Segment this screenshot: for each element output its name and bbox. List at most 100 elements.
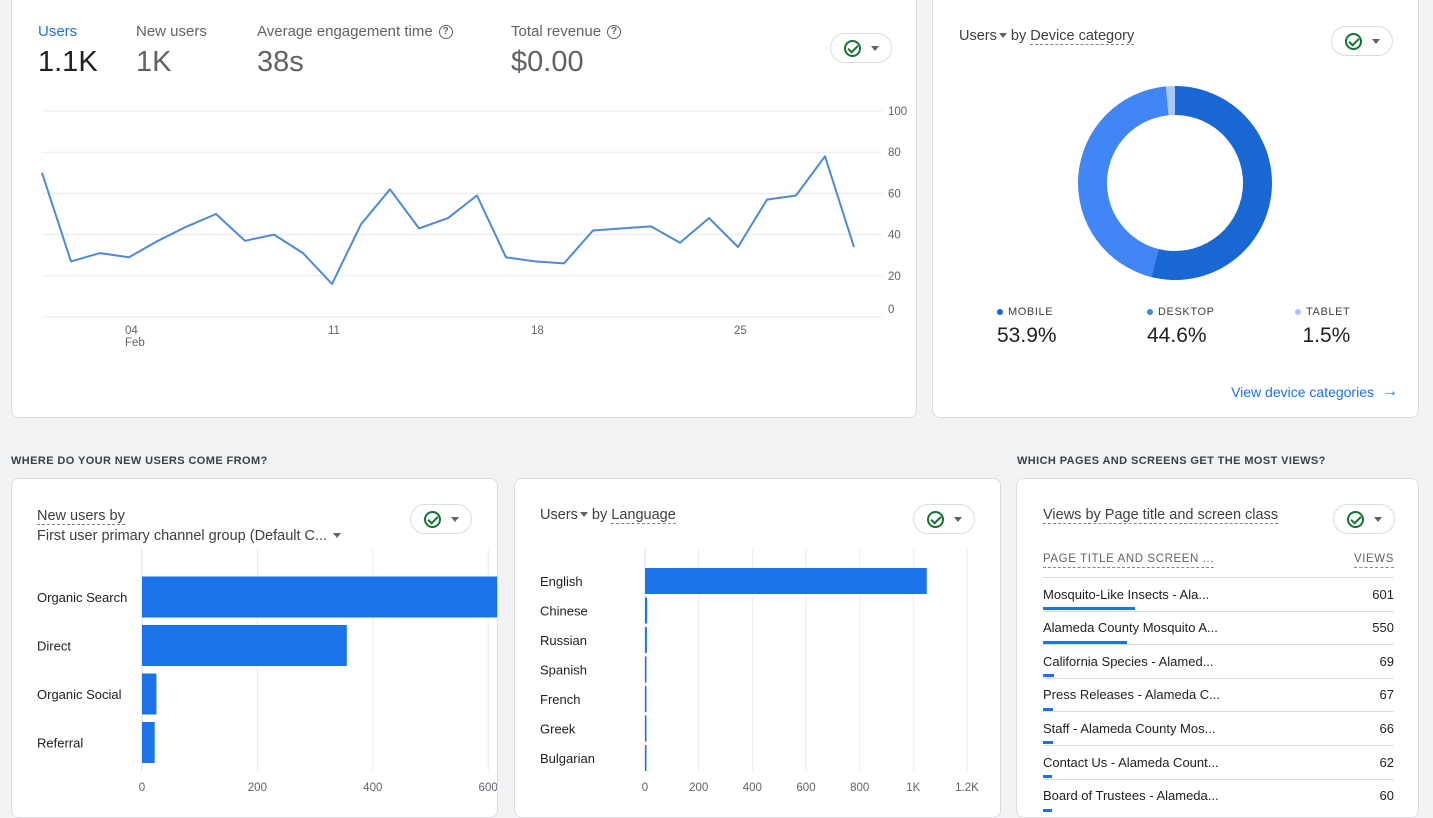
device-donut-chart: [933, 81, 1419, 301]
device-card: Users by Device category MOBILE 53.9% DE…: [932, 0, 1419, 418]
bar: [142, 577, 498, 618]
row-share-bar: [1043, 809, 1052, 812]
metric-value: 38s: [257, 46, 453, 79]
row-share-bar: [1043, 741, 1053, 744]
metric-engagement-time[interactable]: Average engagement time ? 38s: [257, 23, 453, 79]
compare-control[interactable]: [1333, 504, 1395, 534]
row-share-bar: [1043, 641, 1127, 644]
compare-control[interactable]: [830, 33, 892, 63]
metric-selector[interactable]: New users by: [37, 508, 125, 525]
channel-card: New users by First user primary channel …: [11, 478, 498, 818]
category-label: Spanish: [540, 663, 587, 678]
help-icon[interactable]: ?: [439, 25, 453, 39]
legend-label: MOBILE: [1008, 306, 1053, 318]
table-row[interactable]: Alameda County Mosquito A...550: [1043, 611, 1394, 644]
compare-control[interactable]: [410, 504, 472, 534]
table-row[interactable]: Board of Trustees - Alameda...60: [1043, 779, 1394, 812]
x-tick-label: 0: [139, 782, 145, 794]
channel-card-title: New users by First user primary channel …: [37, 506, 345, 546]
column-header-page[interactable]: PAGE TITLE AND SCREEN ...: [1043, 553, 1214, 568]
metric-selector[interactable]: Users: [540, 507, 578, 523]
table-row[interactable]: Press Releases - Alameda C... 67: [1043, 678, 1394, 711]
pages-title-link[interactable]: Views by Page title and screen class: [1043, 507, 1278, 524]
device-legend-tablet: TABLET 1.5%: [1295, 306, 1350, 348]
legend-value: 1.5%: [1295, 324, 1350, 348]
legend-value: 44.6%: [1147, 324, 1215, 348]
views-cell: 550: [1372, 620, 1394, 635]
category-label: Direct: [37, 639, 71, 654]
column-header-views[interactable]: VIEWS: [1354, 553, 1394, 568]
legend-dot: [1147, 309, 1153, 315]
x-tick-label: 800: [850, 782, 869, 794]
language-card: Users by Language 02004006008001K1.2KEng…: [514, 478, 1001, 818]
metric-total-revenue[interactable]: Total revenue ? $0.00: [511, 23, 621, 79]
table-row[interactable]: Mosquito-Like Insects - Ala...601: [1043, 577, 1394, 610]
chevron-down-icon: [1374, 517, 1382, 522]
users-series-line: [42, 156, 854, 284]
bar: [645, 745, 647, 771]
metric-label: Average engagement time: [257, 23, 433, 40]
metric-label: Users: [38, 23, 98, 40]
device-card-title: Users by Device category: [959, 28, 1134, 44]
table-row[interactable]: Staff - Alameda County Mos... 66: [1043, 711, 1394, 744]
chevron-down-icon: [1372, 39, 1380, 44]
row-share-bar: [1043, 607, 1135, 610]
views-cell: 66: [1380, 721, 1394, 736]
arrow-right-icon: →: [1382, 383, 1398, 401]
page-title-cell: California Species - Alamed...: [1043, 654, 1214, 669]
title-connector: by: [1007, 28, 1030, 44]
caret-down-icon[interactable]: [999, 33, 1007, 38]
view-device-categories-link[interactable]: View device categories →: [1231, 383, 1398, 401]
row-share-bar: [1043, 674, 1054, 677]
device-legend-desktop: DESKTOP 44.6%: [1147, 306, 1215, 348]
page-title-cell: Staff - Alameda County Mos...: [1043, 721, 1215, 736]
donut-slice-desktop: [1078, 86, 1169, 277]
x-tick-label: 600: [479, 782, 498, 794]
page-title-cell: Press Releases - Alameda C...: [1043, 687, 1220, 702]
x-tick-label: 400: [363, 782, 382, 794]
category-label: Russian: [540, 633, 587, 648]
metric-value: $0.00: [511, 46, 621, 79]
help-icon[interactable]: ?: [607, 25, 621, 39]
category-label: Bulgarian: [540, 751, 595, 766]
pages-card-title: Views by Page title and screen class: [1043, 507, 1278, 523]
metric-new-users[interactable]: New users 1K: [136, 23, 207, 79]
row-share-bar: [1043, 775, 1052, 778]
chevron-down-icon: [954, 517, 962, 522]
x-tick-label: 18: [531, 325, 544, 337]
metric-users[interactable]: Users 1.1K: [38, 23, 98, 79]
category-label: Referral: [37, 736, 83, 751]
chevron-down-icon: [871, 46, 879, 51]
section-header-new-users: WHERE DO YOUR NEW USERS COME FROM?: [11, 455, 268, 467]
caret-down-icon[interactable]: [580, 512, 588, 517]
bar: [645, 686, 647, 712]
bar: [645, 598, 647, 624]
legend-label-row: MOBILE: [997, 306, 1057, 318]
legend-label: DESKTOP: [1158, 306, 1215, 318]
metric-value: 1K: [136, 46, 207, 79]
compare-control[interactable]: [1331, 26, 1393, 56]
x-tick-label: 600: [796, 782, 815, 794]
dimension-selector[interactable]: Device category: [1030, 28, 1134, 45]
dimension-selector[interactable]: First user primary channel group (Defaul…: [37, 528, 327, 544]
x-tick-label: 400: [743, 782, 762, 794]
compare-control[interactable]: [913, 504, 975, 534]
metric-value: 1.1K: [38, 46, 98, 79]
legend-label: TABLET: [1306, 306, 1350, 318]
metric-label: New users: [136, 23, 207, 40]
metric-selector[interactable]: Users: [959, 28, 997, 44]
x-tick-label: 200: [248, 782, 267, 794]
views-cell: 69: [1380, 654, 1394, 669]
dimension-selector[interactable]: Language: [611, 507, 676, 524]
pages-card: Views by Page title and screen class PAG…: [1016, 478, 1419, 818]
y-tick-label: 100: [888, 106, 907, 118]
category-label: Chinese: [540, 604, 588, 619]
table-row[interactable]: Contact Us - Alameda Count...62: [1043, 745, 1394, 778]
views-cell: 67: [1380, 687, 1394, 702]
x-tick-label: 200: [689, 782, 708, 794]
y-tick-label: 0: [888, 304, 894, 316]
x-tick-label: 25: [734, 325, 747, 337]
caret-down-icon[interactable]: [333, 533, 341, 538]
table-row[interactable]: California Species - Alamed... 69: [1043, 644, 1394, 677]
views-cell: 60: [1380, 788, 1394, 803]
